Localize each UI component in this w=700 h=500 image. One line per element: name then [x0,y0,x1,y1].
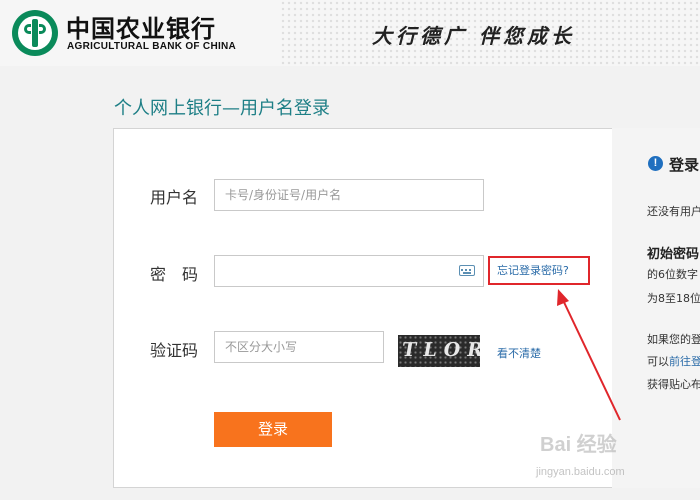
go-login-link[interactable]: 前往登 [669,355,700,368]
captcha-input[interactable]: 不区分大小写 [214,331,384,363]
baidu-watermark-url: jingyan.baidu.com [536,466,625,478]
refresh-captcha-link[interactable]: 看不清楚 [497,345,541,361]
bank-name-cn: 中国农业银行 [66,14,216,43]
bank-name-en: AGRICULTURAL BANK OF CHINA [67,41,237,52]
info-title: 登录 [669,156,700,174]
info-side-panel [612,128,700,488]
username-label: 用户名 [150,188,199,207]
virtual-keyboard-icon[interactable] [459,265,475,276]
captcha-text: TLOR [400,339,480,361]
site-header: 中国农业银行 AGRICULTURAL BANK OF CHINA 大行德广 伴… [0,0,700,66]
captcha-image[interactable]: TLOR [398,335,480,367]
password-input[interactable] [214,255,484,287]
abc-logo-icon [12,10,58,56]
info-icon: ! [648,156,663,171]
info-line-1: 还没有用户 [647,205,700,218]
info-line-5: 可以前往登 [647,353,700,369]
username-input[interactable]: 卡号/身份证号/用户名 [214,179,484,211]
password-label: 密 码 [150,265,199,284]
info-line-3: 为8至18位 [647,292,700,305]
forgot-password-link[interactable]: 忘记登录密码? [497,262,569,278]
info-line-5-prefix: 可以 [647,355,669,368]
page-title: 个人网上银行—用户名登录 [114,98,330,119]
initial-password-title: 初始密码 [647,247,700,262]
info-line-6: 获得贴心布 [647,378,700,391]
captcha-label: 验证码 [150,341,199,360]
slogan: 大行德广 伴您成长 [372,24,575,48]
info-line-4: 如果您的登 [647,333,700,346]
info-line-2: 的6位数字 [647,268,698,281]
login-button[interactable]: 登录 [214,412,332,447]
baidu-watermark: Bai 经验 [540,434,617,456]
